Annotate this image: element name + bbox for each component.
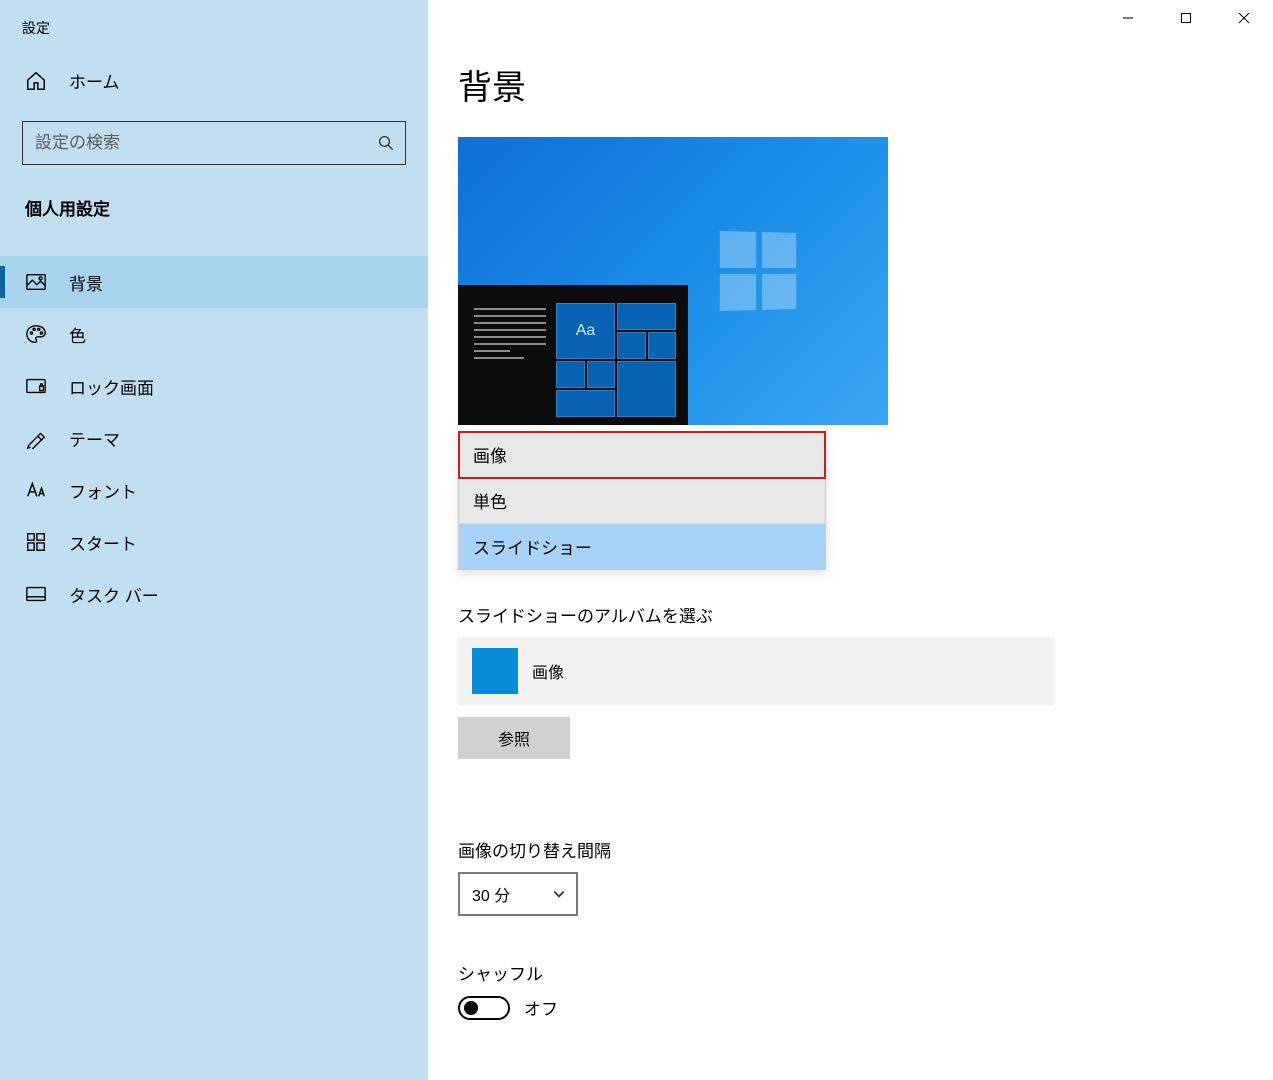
nav-label: 色 xyxy=(69,322,86,347)
background-type-dropdown[interactable]: 画像 単色 スライドショー xyxy=(458,431,826,570)
nav-start[interactable]: スタート xyxy=(0,516,428,568)
dropdown-option-solid[interactable]: 単色 xyxy=(459,478,825,524)
nav-fonts[interactable]: フォント xyxy=(0,464,428,516)
close-button[interactable] xyxy=(1215,0,1273,36)
nav-label: テーマ xyxy=(69,426,120,451)
nav-label: 背景 xyxy=(69,270,103,295)
search-input[interactable] xyxy=(35,133,377,153)
nav-label: フォント xyxy=(69,478,137,503)
background-preview: Aa xyxy=(458,137,888,425)
home-label: ホーム xyxy=(69,68,120,93)
search-icon xyxy=(377,134,395,152)
search-box[interactable] xyxy=(22,121,406,165)
preview-sample-text: Aa xyxy=(556,303,615,359)
nav-lockscreen[interactable]: ロック画面 xyxy=(0,360,428,412)
category-header: 個人用設定 xyxy=(0,173,428,226)
interval-section-label: 画像の切り替え間隔 xyxy=(458,837,1243,862)
picture-icon xyxy=(25,271,47,293)
window-controls xyxy=(1099,0,1273,36)
nav-themes[interactable]: テーマ xyxy=(0,412,428,464)
album-section-label: スライドショーのアルバムを選ぶ xyxy=(458,602,1243,627)
maximize-button[interactable] xyxy=(1157,0,1215,36)
taskbar-icon xyxy=(25,583,47,605)
page-title: 背景 xyxy=(458,60,1243,109)
main-panel: 背景 Aa 画像 単色 スライドショー スライドショーのアルバムを選ぶ 画像 xyxy=(428,0,1273,1080)
chevron-down-icon xyxy=(552,887,566,901)
album-name: 画像 xyxy=(532,659,564,683)
browse-button[interactable]: 参照 xyxy=(458,717,570,759)
nav-colors[interactable]: 色 xyxy=(0,308,428,360)
dropdown-option-picture[interactable]: 画像 xyxy=(459,432,825,478)
shuffle-toggle[interactable] xyxy=(458,996,510,1020)
shuffle-state-label: オフ xyxy=(524,995,558,1020)
nav-list: 背景 色 ロック画面 テーマ フォント スタート タスク バー xyxy=(0,256,428,620)
preview-start-menu: Aa xyxy=(458,285,688,425)
album-thumbnail xyxy=(472,648,518,694)
nav-label: ロック画面 xyxy=(69,374,154,399)
window-title: 設定 xyxy=(0,0,428,50)
palette-icon xyxy=(25,323,47,345)
nav-background[interactable]: 背景 xyxy=(0,256,428,308)
theme-icon xyxy=(25,427,47,449)
home-nav[interactable]: ホーム xyxy=(0,50,428,103)
nav-label: タスク バー xyxy=(69,582,159,607)
dropdown-option-slideshow[interactable]: スライドショー xyxy=(459,524,825,569)
windows-logo-icon xyxy=(720,231,796,311)
shuffle-section-label: シャッフル xyxy=(458,960,1243,985)
home-icon xyxy=(25,70,47,92)
start-icon xyxy=(25,531,47,553)
interval-select[interactable]: 30 分 xyxy=(458,872,578,916)
interval-value: 30 分 xyxy=(472,882,510,906)
sidebar: 設定 ホーム 個人用設定 背景 色 ロック画面 テーマ フォント xyxy=(0,0,428,1080)
nav-taskbar[interactable]: タスク バー xyxy=(0,568,428,620)
selected-album-row[interactable]: 画像 xyxy=(458,637,1054,705)
lock-screen-icon xyxy=(25,375,47,397)
font-icon xyxy=(25,479,47,501)
nav-label: スタート xyxy=(69,530,137,555)
minimize-button[interactable] xyxy=(1099,0,1157,36)
